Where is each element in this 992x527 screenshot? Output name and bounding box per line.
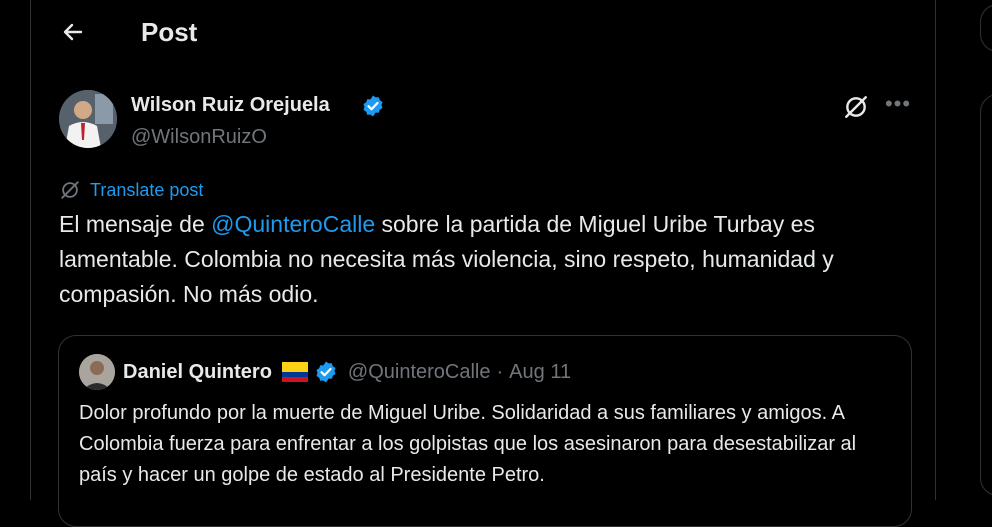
more-horizontal-icon[interactable]: •••	[883, 92, 913, 120]
page-title: Post	[141, 17, 198, 47]
translate-post-button[interactable]: Translate post	[59, 178, 203, 202]
quoted-post-card[interactable]: Daniel Quintero @QuinteroCalle · Aug 11 …	[58, 335, 912, 527]
verified-badge-icon	[316, 361, 336, 383]
translate-label: Translate post	[90, 179, 204, 200]
quote-author-name[interactable]: Daniel Quintero	[123, 361, 272, 384]
mention-link[interactable]: @QuinteroCalle	[211, 211, 375, 237]
author-name[interactable]: Wilson Ruiz Orejuela	[131, 92, 330, 118]
post-text: El mensaje de @QuinteroCalle sobre la pa…	[59, 207, 929, 312]
quote-date[interactable]: Aug 11	[509, 361, 571, 384]
quote-text: Dolor profundo por la muerte de Miguel U…	[79, 402, 857, 486]
quote-avatar-photo	[79, 354, 115, 390]
arrow-left-icon	[63, 23, 83, 41]
verified-badge-icon	[363, 95, 383, 117]
back-button[interactable]	[57, 16, 89, 48]
right-sidebar-edge	[976, 0, 992, 500]
quote-separator: ·	[496, 360, 504, 383]
quote-author-handle[interactable]: @QuinteroCalle	[348, 361, 491, 384]
search-box-edge[interactable]	[980, 4, 992, 52]
main-column: Post Wilson Ruiz Orejuela @WilsonRuizO •…	[30, 0, 936, 527]
quote-avatar[interactable]	[79, 354, 115, 390]
sidebar-panel-edge	[980, 94, 992, 496]
post-header: Post	[31, 0, 935, 64]
avatar-photo	[59, 90, 117, 148]
avatar[interactable]	[59, 90, 117, 148]
translate-icon	[61, 181, 79, 199]
grok-icon[interactable]	[843, 94, 869, 120]
author-handle[interactable]: @WilsonRuizO	[131, 124, 267, 150]
colombia-flag-icon	[281, 362, 308, 382]
quote-header: Daniel Quintero @QuinteroCalle · Aug 11	[123, 357, 571, 387]
post-text-start: El mensaje de	[59, 211, 212, 237]
